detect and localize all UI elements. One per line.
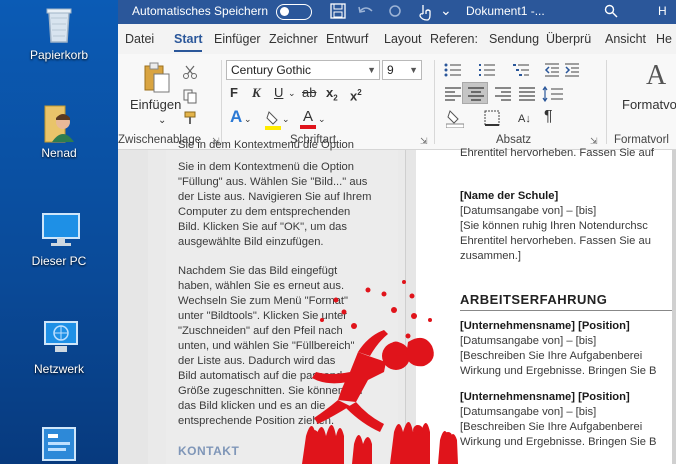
paragraph-line: [Sie können ruhig Ihren Notendurchsc xyxy=(460,220,648,232)
justify-icon[interactable] xyxy=(518,86,536,102)
vertical-scrollbar[interactable] xyxy=(672,150,676,464)
show-formatting-icon[interactable]: ¶ xyxy=(544,108,553,126)
font-size-combo[interactable]: 9 ▼ xyxy=(382,60,422,80)
desktop-icon-label: Nenad xyxy=(41,146,77,160)
tab-layout[interactable]: Layout xyxy=(384,32,422,46)
sort-icon[interactable]: A↓ xyxy=(518,110,531,128)
tab-ansicht[interactable]: Ansicht xyxy=(605,32,646,46)
borders-icon[interactable] xyxy=(484,110,500,126)
multilevel-list-icon[interactable] xyxy=(512,62,530,78)
school-title: [Name der Schule] xyxy=(460,190,559,202)
tab-sendungen[interactable]: Sendung xyxy=(489,32,539,46)
highlight-color-icon[interactable] xyxy=(264,110,282,130)
font-name-combo[interactable]: Century Gothic ▼ xyxy=(226,60,380,80)
paste-icon[interactable] xyxy=(142,62,172,94)
decrease-indent-icon[interactable] xyxy=(544,62,560,78)
undo-icon[interactable] xyxy=(356,3,376,19)
tab-referenzen[interactable]: Referen: xyxy=(430,32,478,46)
user-initial[interactable]: H xyxy=(658,4,667,18)
underline-dropdown-icon[interactable]: ⌄ xyxy=(288,84,296,102)
user-folder-icon xyxy=(39,102,79,143)
search-icon[interactable] xyxy=(604,4,618,18)
chevron-down-icon[interactable]: ⌄ xyxy=(318,110,326,128)
document-title: Dokument1 -... xyxy=(466,4,545,18)
chevron-down-icon[interactable]: ⌄ xyxy=(282,110,290,128)
computer-icon xyxy=(39,210,80,250)
numbering-icon[interactable] xyxy=(478,62,496,78)
desktop-icon-network[interactable]: Netzwerk xyxy=(0,318,118,376)
paragraph-line: Sie in dem Kontextmenü die Option xyxy=(178,139,354,151)
desktop-icon-control-panel[interactable] xyxy=(0,426,118,464)
cut-icon[interactable] xyxy=(182,64,198,80)
paragraph-line: [Datumsangabe von] – [bis] xyxy=(460,205,597,217)
recycle-bin-icon xyxy=(39,4,79,44)
align-left-icon[interactable] xyxy=(444,86,462,102)
paragraph-line: Sie in dem Kontextmenü die Option xyxy=(178,161,354,173)
chevron-down-icon: ▼ xyxy=(409,65,418,75)
desktop-icon-label: Papierkorb xyxy=(29,48,89,62)
superscript-button[interactable]: x2 xyxy=(350,84,362,105)
desktop: Papierkorb Nenad Dieser PC Netzwerk xyxy=(0,0,118,464)
control-panel-icon xyxy=(39,426,79,464)
desktop-icon-user[interactable]: Nenad xyxy=(0,102,118,160)
tab-datei[interactable]: Datei xyxy=(125,32,154,46)
styles-icon[interactable]: A xyxy=(644,60,674,96)
paragraph-line: ausgewählte Bild einzufügen. xyxy=(178,236,324,248)
redo-icon[interactable] xyxy=(386,3,404,19)
desktop-icon-recycle-bin[interactable]: Papierkorb xyxy=(0,4,118,62)
chevron-down-icon: ▼ xyxy=(367,65,376,75)
autosave-label: Automatisches Speichern xyxy=(132,4,269,18)
group-label-styles: Formatvorl xyxy=(614,134,669,146)
tab-start[interactable]: Start xyxy=(174,32,203,52)
paragraph-line: Bild. Klicken Sie auf "OK", um das xyxy=(178,221,347,233)
tab-zeichnen[interactable]: Zeichner xyxy=(269,32,318,46)
paragraph-line: Ehrentitel hervorheben. Fassen Sie au xyxy=(460,235,651,247)
ribbon-tabs: Datei Start Einfüger Zeichner Entwurf La… xyxy=(118,24,676,54)
red-runner-figure-overlay xyxy=(302,280,458,464)
tab-hilfe[interactable]: He xyxy=(656,32,672,46)
network-icon xyxy=(39,318,79,358)
shading-icon[interactable] xyxy=(445,108,465,129)
chevron-down-icon[interactable]: ⌄ xyxy=(244,110,252,128)
bullets-icon[interactable] xyxy=(444,62,462,78)
paste-dropdown-icon[interactable]: ⌄ xyxy=(158,112,166,130)
customize-qat-icon[interactable]: ⌄ xyxy=(440,2,452,19)
tab-entwurf[interactable]: Entwurf xyxy=(326,32,368,46)
format-painter-icon[interactable] xyxy=(182,110,198,126)
autosave-toggle[interactable] xyxy=(276,4,312,20)
ribbon: Einfügen ⌄ Zwischenablage ⇲ Century Goth… xyxy=(118,54,676,150)
save-icon[interactable] xyxy=(330,3,346,19)
copy-icon[interactable] xyxy=(182,88,198,104)
touch-mode-icon[interactable] xyxy=(418,3,432,21)
paragraph-line: der Liste aus. Navigieren Sie auf Ihrem xyxy=(178,191,372,203)
italic-button[interactable]: K xyxy=(252,84,261,102)
paragraph-line: Ehrentitel hervorheben. Fassen Sie auf xyxy=(460,147,655,159)
tab-ueberpruefen[interactable]: Überprü xyxy=(546,32,591,46)
styles-button[interactable]: Formatvo xyxy=(622,96,676,114)
increase-indent-icon[interactable] xyxy=(564,62,580,78)
font-color-icon[interactable]: A xyxy=(300,108,316,130)
paragraph-line: "Füllung" aus. Wählen Sie "Bild..." aus xyxy=(178,176,368,188)
subscript-button[interactable]: x2 xyxy=(326,84,338,108)
text-effects-icon[interactable]: A xyxy=(230,108,242,126)
paragraph-line: Computer zu dem entsprechenden xyxy=(178,206,351,218)
strikethrough-button[interactable]: ab xyxy=(302,84,316,102)
paste-button[interactable]: Einfügen xyxy=(130,96,181,114)
font-name-value: Century Gothic xyxy=(231,63,312,77)
align-right-icon[interactable] xyxy=(494,86,512,102)
bold-button[interactable]: F xyxy=(230,84,238,102)
font-size-value: 9 xyxy=(387,63,394,77)
desktop-icon-label: Netzwerk xyxy=(33,362,84,376)
line-spacing-icon[interactable] xyxy=(542,85,564,103)
word-window: Automatisches Speichern ⌄ Dokument1 -...… xyxy=(118,0,676,464)
title-bar: Automatisches Speichern ⌄ Dokument1 -...… xyxy=(118,0,676,24)
dialog-launcher-font-icon[interactable]: ⇲ xyxy=(420,136,428,147)
desktop-icon-this-pc[interactable]: Dieser PC xyxy=(0,210,118,268)
desktop-icon-label: Dieser PC xyxy=(31,254,87,268)
align-center-icon[interactable] xyxy=(462,82,488,104)
group-label-paragraph: Absatz xyxy=(496,134,532,146)
tab-einfuegen[interactable]: Einfüger xyxy=(214,32,261,46)
underline-button[interactable]: U xyxy=(274,84,283,102)
